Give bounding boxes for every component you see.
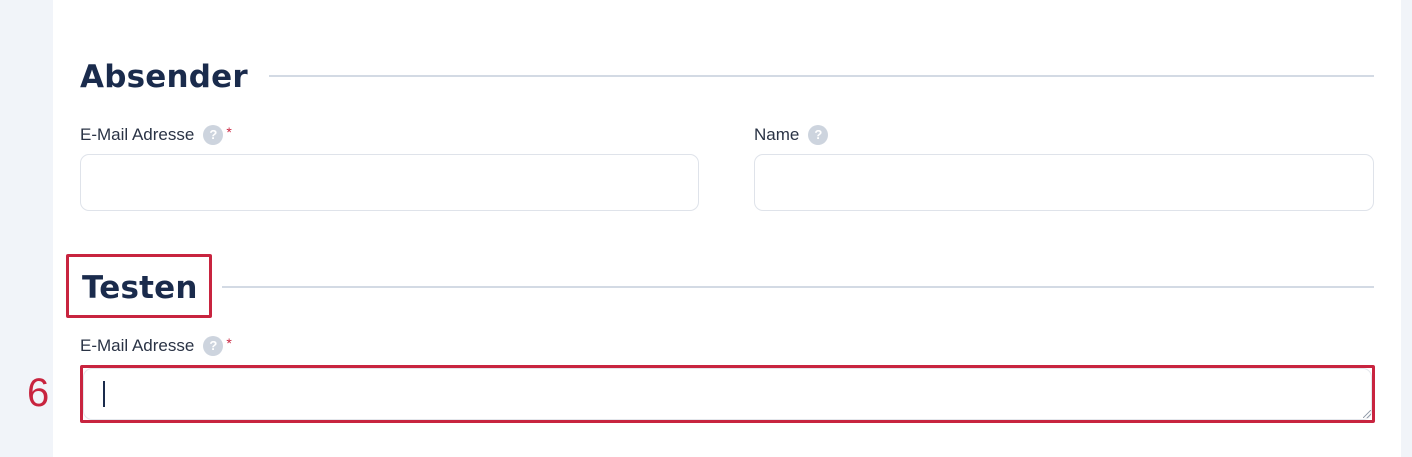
sender-email-label-text: E-Mail Adresse <box>80 125 195 144</box>
section-divider <box>222 286 1374 288</box>
section-divider <box>269 75 1374 77</box>
section-title-absender: Absender <box>80 59 248 95</box>
test-email-input[interactable] <box>83 368 1372 420</box>
test-email-label-text: E-Mail Adresse <box>80 336 195 355</box>
sender-name-label: Name ? <box>754 125 829 145</box>
sender-name-label-text: Name <box>754 125 800 144</box>
question-circle-icon[interactable]: ? <box>203 125 224 145</box>
step-number-annotation: 6 <box>27 371 50 415</box>
sender-name-input[interactable] <box>754 154 1374 211</box>
question-circle-icon[interactable]: ? <box>808 125 829 145</box>
test-email-label: E-Mail Adresse ? * <box>80 335 232 356</box>
sender-email-input[interactable] <box>80 154 699 211</box>
form-panel: Absender E-Mail Adresse ? * Name ? Teste… <box>53 0 1401 457</box>
section-title-testen: Testen <box>82 270 198 306</box>
question-circle-icon[interactable]: ? <box>203 336 224 356</box>
required-asterisk: * <box>226 124 232 140</box>
resize-grip-icon[interactable] <box>1363 410 1371 418</box>
sender-email-label: E-Mail Adresse ? * <box>80 124 232 145</box>
text-caret <box>103 381 105 407</box>
required-asterisk: * <box>226 335 232 351</box>
